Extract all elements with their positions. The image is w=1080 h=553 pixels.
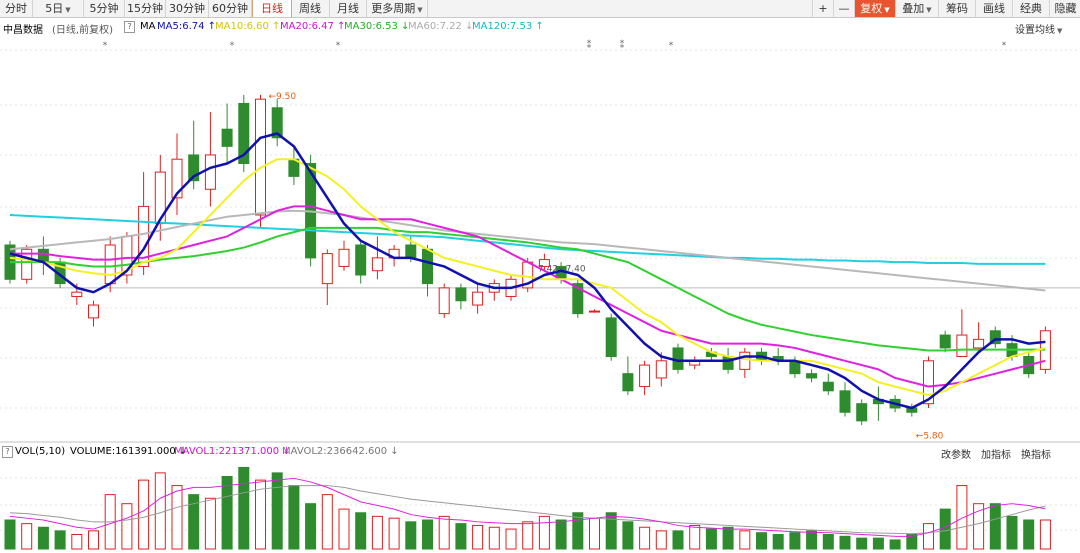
volume-bar-37	[622, 521, 634, 550]
volume-bar-3	[54, 530, 66, 550]
volume-bar-39	[655, 530, 667, 550]
candle-body-5	[88, 304, 99, 319]
volume-bar-42	[705, 528, 717, 550]
event-marker-0: *	[103, 41, 108, 51]
volume-bar-26	[438, 515, 450, 550]
volume-bar-33	[555, 519, 567, 550]
volume-bar-24	[405, 521, 417, 550]
candle-body-51	[856, 403, 868, 422]
volume-bar-31	[522, 521, 534, 550]
candle-body-20	[338, 248, 350, 267]
volume-bar-20	[338, 508, 350, 550]
ma20-line	[10, 205, 1046, 388]
event-marker-2: *	[336, 41, 341, 51]
volume-bar-48	[806, 530, 818, 550]
volume-bar-1	[21, 523, 33, 550]
candle-body-38	[639, 364, 651, 388]
volume-bar-38	[639, 526, 651, 550]
candle-body-43	[722, 356, 734, 370]
volume-bar-46	[772, 534, 784, 550]
volume-bar-23	[388, 517, 400, 550]
candle-body-57	[956, 334, 968, 358]
candle-body-39	[655, 360, 667, 379]
volume-bar-60	[1006, 515, 1018, 550]
volume-bar-18	[305, 503, 317, 550]
candle-body-26	[438, 287, 450, 315]
candle-body-25	[422, 248, 433, 285]
high-label: ←9.50	[269, 92, 297, 102]
candle-body-15	[255, 98, 266, 216]
candle-body-12	[204, 154, 216, 190]
volume-bar-10	[171, 485, 183, 550]
volume-bar-25	[422, 519, 433, 550]
volume-bar-61	[1023, 519, 1035, 550]
volume-bar-2	[37, 526, 49, 550]
event-marker-3: ⁑	[587, 39, 592, 51]
candle-body-49	[822, 381, 834, 392]
volume-bar-43	[722, 526, 734, 550]
volume-bar-41	[689, 524, 701, 550]
volume-bar-56	[939, 508, 951, 550]
volume-bar-27	[455, 523, 467, 550]
volume-bar-8	[138, 479, 150, 550]
volume-bar-29	[488, 526, 500, 550]
volume-bar-62	[1039, 519, 1051, 550]
volume-bar-47	[789, 532, 801, 550]
volume-bar-59	[989, 503, 1001, 550]
volume-bar-13	[221, 476, 233, 550]
volume-bar-5	[88, 530, 99, 550]
low-label: ←5.80	[916, 431, 944, 441]
volume-bar-9	[154, 472, 166, 550]
candle-body-44	[739, 351, 751, 370]
candle-body-37	[622, 373, 634, 392]
candle-body-22	[371, 257, 383, 272]
candle-body-13	[221, 128, 233, 147]
candle-body-36	[605, 317, 617, 358]
volume-bar-22	[371, 515, 383, 550]
volume-bar-4	[71, 534, 83, 550]
volume-bar-17	[288, 485, 300, 550]
candle-body-56	[939, 334, 951, 349]
candle-body-35	[589, 310, 600, 313]
volume-bar-16	[271, 472, 283, 550]
volume-bar-34	[572, 512, 584, 550]
volume-bar-35	[589, 517, 600, 550]
volume-bar-49	[822, 534, 834, 550]
candle-body-19	[321, 253, 333, 285]
candle-body-6	[104, 244, 116, 285]
volume-bar-0	[4, 519, 16, 550]
volume-bar-30	[505, 528, 517, 550]
event-marker-1: *	[230, 41, 235, 51]
candle-body-27	[455, 287, 467, 302]
volume-bar-14	[238, 466, 250, 550]
volume-bar-50	[839, 535, 851, 550]
candle-body-58	[973, 338, 985, 349]
kline-chart[interactable]: * * * ⁑ ⁑ * * ←9.50 ←5.80 7.42~7.40	[0, 0, 1080, 553]
volume-bar-57	[956, 485, 968, 550]
volume-bar-28	[472, 524, 484, 550]
candle-body-28	[472, 291, 484, 306]
event-marker-5: *	[669, 41, 674, 51]
volume-bar-36	[605, 512, 617, 550]
event-marker-6: *	[1002, 41, 1007, 51]
candle-body-21	[355, 244, 367, 276]
volume-bar-19	[321, 494, 333, 550]
volume-bar-55	[923, 523, 934, 550]
volume-bar-40	[672, 530, 684, 550]
volume-bar-12	[204, 497, 216, 550]
volume-bar-53	[889, 539, 901, 550]
volume-bar-51	[856, 537, 868, 550]
candle-body-50	[839, 390, 851, 413]
mid-label: 7.42~7.40	[538, 264, 586, 274]
candle-body-24	[405, 244, 417, 259]
volume-bar-52	[872, 537, 884, 550]
volume-bar-32	[538, 515, 550, 550]
volume-bar-44	[739, 530, 751, 550]
event-marker-4: ⁑	[620, 39, 625, 51]
candle-body-4	[71, 291, 83, 297]
volume-bar-45	[756, 532, 767, 550]
volume-bar-7	[121, 503, 133, 550]
volume-bar-21	[355, 512, 367, 550]
candle-body-48	[806, 373, 818, 379]
